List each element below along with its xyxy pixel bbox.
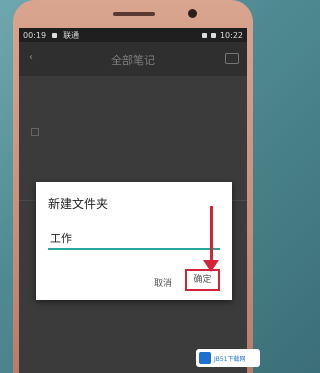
folder-name-input[interactable]: 工作 — [48, 230, 220, 250]
status-bar: 00:19 联通 10:22 — [19, 28, 247, 42]
page-title: 全部笔记 — [111, 54, 155, 67]
watermark: JB51下载网 — [196, 349, 260, 367]
carrier-label: 联通 — [63, 30, 80, 40]
folder-name-value[interactable]: 工作 — [50, 230, 72, 246]
list-item-icon — [31, 128, 39, 136]
confirm-button[interactable]: 确定 — [185, 269, 220, 291]
speaker-icon — [113, 12, 155, 16]
front-camera-icon — [188, 9, 197, 18]
cancel-button[interactable]: 取消 — [154, 276, 172, 289]
app-bar: ‹ 全部笔记 — [19, 42, 247, 76]
annotation-arrow-line — [210, 206, 213, 264]
list-item — [55, 164, 175, 174]
watermark-logo-icon — [199, 352, 211, 364]
status-time-right: 10:22 — [219, 30, 243, 40]
annotation-arrow-head — [203, 260, 219, 272]
add-note-icon[interactable] — [225, 53, 239, 64]
dialog-title: 新建文件夹 — [48, 197, 109, 211]
battery-icon — [210, 32, 216, 38]
notification-icon — [52, 32, 58, 38]
status-time-left: 00:19 — [23, 30, 47, 40]
signal-icon — [201, 32, 207, 38]
watermark-text: JB51下载网 — [214, 355, 246, 363]
new-folder-dialog: 新建文件夹 工作 取消 确定 — [36, 182, 232, 300]
